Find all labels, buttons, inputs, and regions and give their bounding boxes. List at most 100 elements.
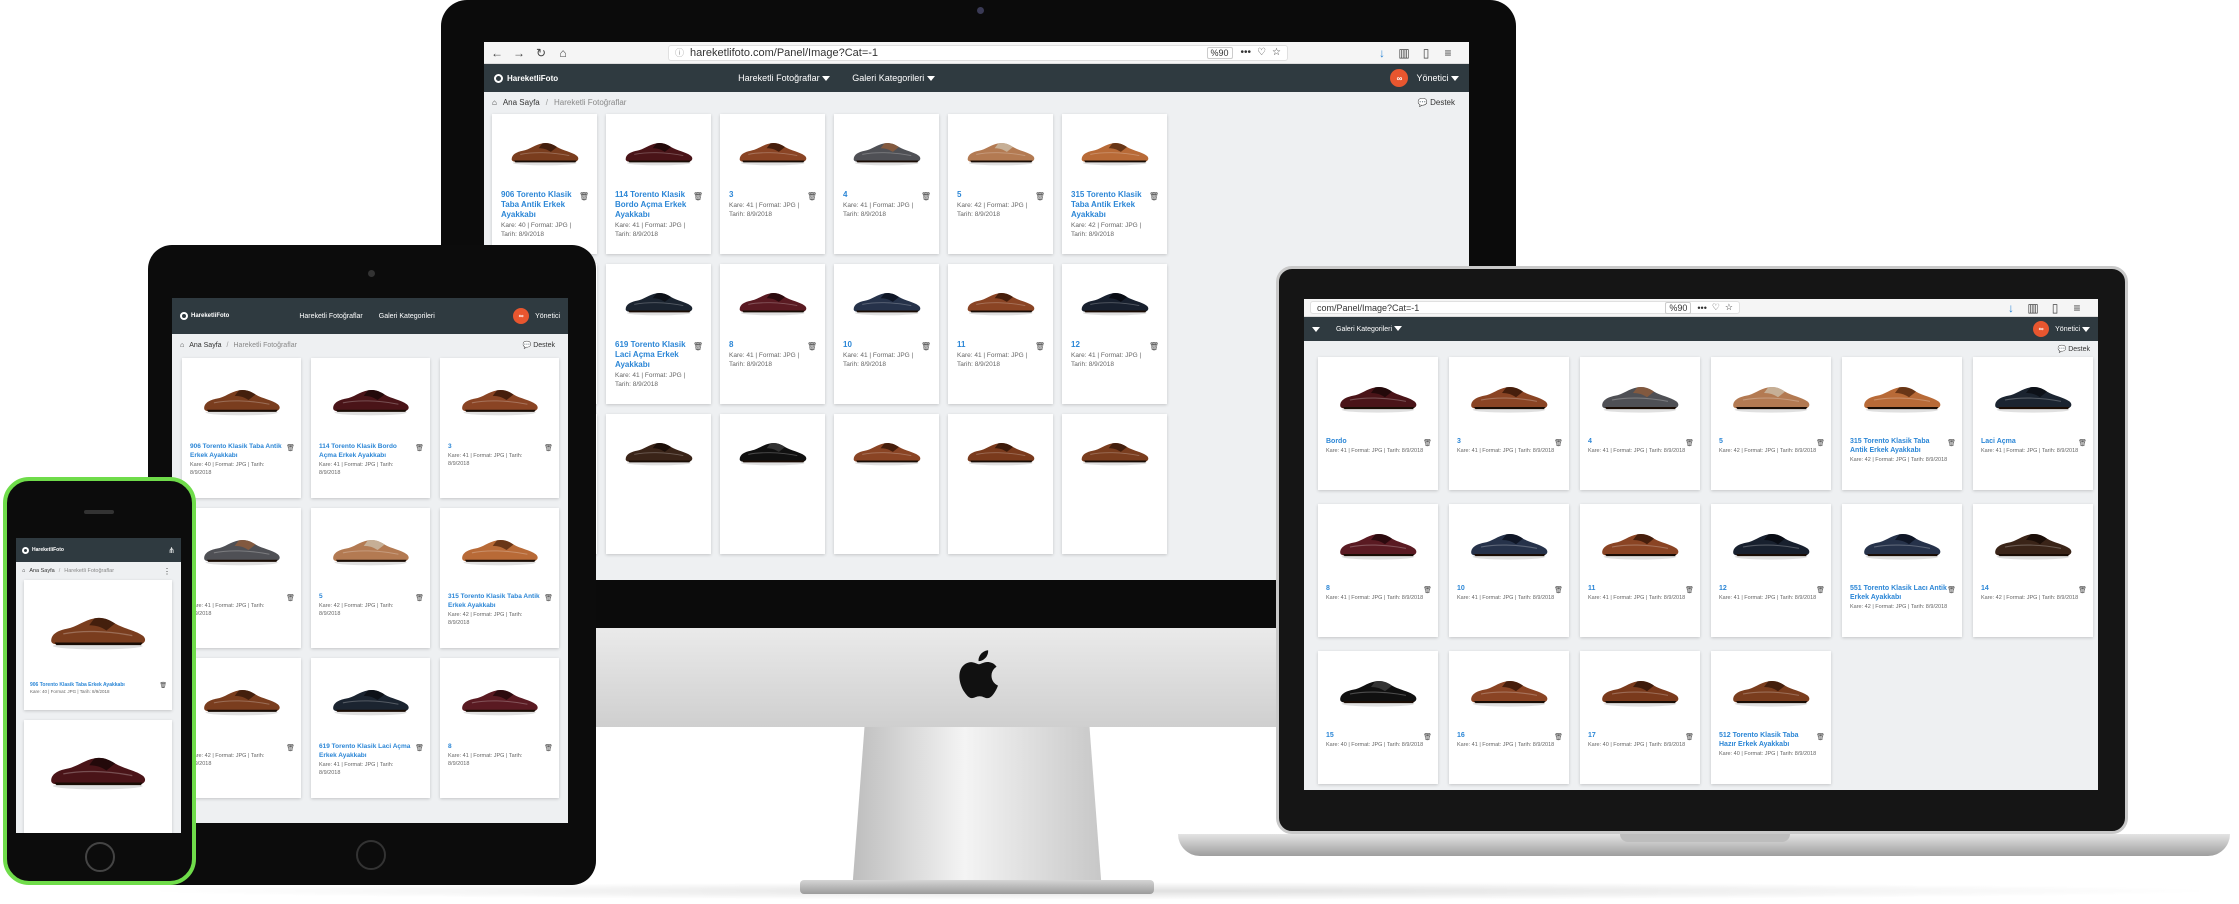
photo-card[interactable]: 🗑 12 Kare: 41 | Format: JPG | Tarih: 8/9/2… (1062, 264, 1167, 404)
brand[interactable]: HareketliFoto (22, 546, 64, 554)
photo-card[interactable]: 🗑 5 Kare: 42 | Format: JPG | Tarih: 8/9/20… (948, 114, 1053, 254)
pocket-icon[interactable]: ♡ (1257, 47, 1266, 58)
photo-title[interactable]: 16 (1449, 729, 1569, 740)
delete-icon[interactable]: 🗑 (1685, 733, 1694, 741)
library-icon[interactable]: ▥ (2026, 301, 2040, 315)
hamburger-menu-icon[interactable]: ≡ (1441, 46, 1455, 60)
delete-icon[interactable]: 🗑 (1554, 439, 1563, 447)
delete-icon[interactable]: 🗑 (1149, 342, 1159, 351)
brand[interactable]: HareketliFoto (180, 312, 229, 320)
delete-icon[interactable]: 🗑 (1816, 586, 1825, 594)
support-link[interactable]: 💬 Destek (1418, 98, 1455, 107)
photo-thumbnail[interactable] (440, 508, 559, 590)
zoom-indicator[interactable]: %90 (1665, 301, 1692, 314)
delete-icon[interactable]: 🗑 (579, 192, 589, 201)
delete-icon[interactable]: 🗑 (693, 342, 703, 351)
delete-icon[interactable]: 🗑 (2078, 439, 2087, 447)
photo-card[interactable] (948, 414, 1053, 554)
photo-title[interactable]: 7 (182, 740, 301, 751)
delete-icon[interactable]: 🗑 (1685, 586, 1694, 594)
photo-thumbnail[interactable] (492, 114, 597, 188)
photo-thumbnail[interactable] (1973, 504, 2093, 582)
photo-card[interactable] (606, 414, 711, 554)
photo-title[interactable]: 551 Torento Klasik Lacı Antik Erkek Ayak… (1842, 582, 1962, 602)
photo-thumbnail[interactable] (1580, 504, 1700, 582)
photo-thumbnail[interactable] (182, 358, 301, 440)
photo-title[interactable]: 17 (1580, 729, 1700, 740)
photo-card[interactable] (24, 720, 172, 833)
photo-thumbnail[interactable] (1842, 357, 1962, 435)
photo-title[interactable]: 8 (1318, 582, 1438, 593)
photo-thumbnail[interactable] (1580, 651, 1700, 729)
photo-card[interactable]: 🗑 315 Torento Klasik Taba Antik Erkek Aya… (1062, 114, 1167, 254)
home-icon[interactable]: ⌂ (492, 98, 497, 107)
nav-galeri-kategorileri[interactable]: Galeri Kategorileri (1336, 326, 1402, 333)
photo-card[interactable]: 🗑 512 Torento Klasik Taba Hazır Erkek Aya… (1711, 651, 1831, 784)
delete-icon[interactable]: 🗑 (1816, 439, 1825, 447)
delete-icon[interactable]: 🗑 (1423, 586, 1432, 594)
nav-galeri-kategorileri[interactable]: Galeri Kategorileri (379, 313, 435, 320)
delete-icon[interactable]: 🗑 (1423, 733, 1432, 741)
photo-thumbnail[interactable] (1449, 651, 1569, 729)
user-menu[interactable]: ∞ Yönetici (1390, 69, 1459, 87)
photo-card[interactable]: 🗑4Kare: 41 | Format: JPG | Tarih: 8/9/20… (1580, 357, 1700, 490)
photo-card[interactable]: 🗑 Laci Açma Kare: 41 | Format: JPG | Tarih… (1973, 357, 2093, 490)
photo-thumbnail[interactable] (1318, 504, 1438, 582)
photo-card[interactable]: 🗑 906 Torento Klasik Taba Antik Erkek Aya… (182, 358, 301, 498)
photo-thumbnail[interactable] (834, 414, 939, 488)
sidebar-icon[interactable]: ▯ (2048, 301, 2062, 315)
photo-thumbnail[interactable] (311, 358, 430, 440)
delete-icon[interactable]: 🗑 (1423, 439, 1432, 447)
more-icon[interactable]: ••• (1697, 303, 1706, 313)
delete-icon[interactable]: 🗑 (286, 444, 295, 452)
delete-icon[interactable]: 🗑 (415, 444, 424, 452)
photo-card[interactable]: 🗑 8 Kare: 41 | Format: JPG | Tarih: 8/9/20… (1318, 504, 1438, 637)
sidebar-icon[interactable]: ▯ (1419, 46, 1433, 60)
photo-thumbnail[interactable] (1842, 504, 1962, 582)
photo-thumbnail[interactable] (1711, 357, 1831, 435)
photo-card[interactable]: 🗑4Kare: 41 | Format: JPG | Tarih: 8/9/20… (834, 114, 939, 254)
photo-card[interactable]: 🗑 10 Kare: 41 | Format: JPG | Tarih: 8/9/2… (1449, 504, 1569, 637)
photo-thumbnail[interactable] (1449, 504, 1569, 582)
library-icon[interactable]: ▥ (1397, 46, 1411, 60)
delete-icon[interactable]: 🗑 (1947, 439, 1956, 447)
photo-card[interactable]: 🗑 5 Kare: 42 | Format: JPG | Tarih: 8/9/20… (1711, 357, 1831, 490)
photo-card[interactable]: 🗑 551 Torento Klasik Lacı Antik Erkek Aya… (1842, 504, 1962, 637)
photo-thumbnail[interactable] (311, 658, 430, 740)
photo-card[interactable] (720, 414, 825, 554)
photo-thumbnail[interactable] (1449, 357, 1569, 435)
photo-title[interactable]: 4 (1580, 435, 1700, 446)
photo-card[interactable]: 🗑 17 Kare: 40 | Format: JPG | Tarih: 8/9/2… (1580, 651, 1700, 784)
photo-card[interactable]: 🗑 3 Kare: 41 | Format: JPG | Tarih: 8/9/20… (720, 114, 825, 254)
photo-thumbnail[interactable] (1711, 504, 1831, 582)
photo-card[interactable]: 🗑 619 Torento Klasik Laci Açma Erkek Ayak… (606, 264, 711, 404)
photo-title[interactable]: 906 Torento Klasik Taba Antik Erkek Ayak… (182, 440, 301, 460)
photo-title[interactable]: 512 Torento Klasik Taba Hazır Erkek Ayak… (1711, 729, 1831, 749)
photo-card[interactable]: 🗑 3 Kare: 41 | Format: JPG | Tarih: 8/9/20… (1449, 357, 1569, 490)
delete-icon[interactable]: 🗑 (1947, 586, 1956, 594)
bookmark-star-icon[interactable]: ☆ (1272, 47, 1281, 58)
home-icon[interactable]: ⌂ (180, 342, 184, 349)
photo-thumbnail[interactable] (834, 264, 939, 338)
photo-thumbnail[interactable] (720, 114, 825, 188)
delete-icon[interactable]: 🗑 (1816, 733, 1825, 741)
delete-icon[interactable]: 🗑 (1035, 342, 1045, 351)
photo-thumbnail[interactable] (440, 658, 559, 740)
photo-thumbnail[interactable] (311, 508, 430, 590)
delete-icon[interactable]: 🗑 (1554, 733, 1563, 741)
photo-card[interactable]: 🗑 10 Kare: 41 | Format: JPG | Tarih: 8/9/2… (834, 264, 939, 404)
photo-thumbnail[interactable] (1711, 651, 1831, 729)
address-bar[interactable]: com/Panel/Image?Cat=-1 %90 ••• ♡ ☆ (1310, 301, 1740, 314)
photo-title[interactable]: 8 (440, 740, 559, 751)
photo-card[interactable]: 🗑 315 Torento Klasik Taba Antik Erkek Aya… (440, 508, 559, 648)
delete-icon[interactable]: 🗑 (921, 342, 931, 351)
photo-thumbnail[interactable] (948, 114, 1053, 188)
photo-title[interactable]: 3 (440, 440, 559, 451)
photo-title[interactable]: 5 (311, 590, 430, 601)
photo-thumbnail[interactable] (182, 658, 301, 740)
photo-title[interactable]: 14 (1973, 582, 2093, 593)
photo-thumbnail[interactable] (1062, 264, 1167, 338)
photo-title[interactable]: 12 (1711, 582, 1831, 593)
photo-thumbnail[interactable] (1062, 114, 1167, 188)
reload-icon[interactable]: ↻ (534, 46, 548, 60)
